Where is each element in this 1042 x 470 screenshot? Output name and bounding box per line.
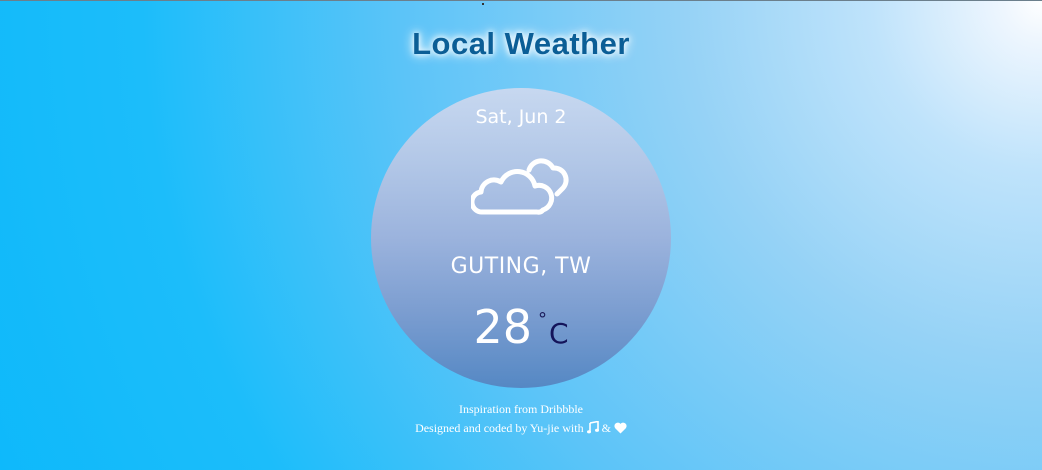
top-border-line (0, 0, 1042, 1)
credit-text: Designed and coded by Yu-jie with (415, 421, 584, 435)
temperature-display: 28 °C (371, 300, 671, 354)
degree-symbol: ° (537, 309, 547, 330)
page-title: Local Weather (412, 26, 630, 61)
cursor-dot (482, 3, 484, 5)
temperature-value: 28 (473, 300, 532, 354)
weather-date: Sat, Jun 2 (475, 106, 567, 128)
weather-card: Sat, Jun 2 GUTING, TW 28 °C (371, 88, 671, 388)
footer-credit: Designed and coded by Yu-jie with & (0, 420, 1042, 438)
clouds-icon (469, 150, 571, 220)
heart-icon (614, 422, 627, 438)
inspiration-link[interactable]: Inspiration from Dribbble (459, 402, 583, 416)
credit-and: & (601, 421, 611, 435)
footer-inspiration: Inspiration from Dribbble (0, 402, 1042, 417)
temperature-unit-toggle[interactable]: C (549, 317, 569, 350)
weather-location: GUTING, TW (450, 254, 592, 279)
music-note-icon (586, 420, 599, 438)
